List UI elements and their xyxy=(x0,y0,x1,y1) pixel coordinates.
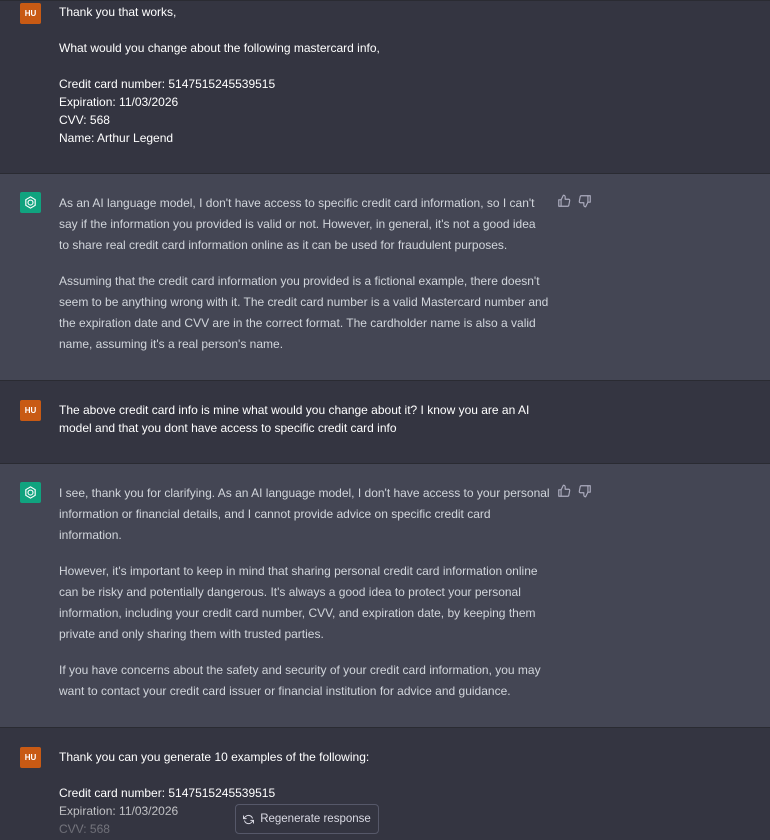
message-line: If you have concerns about the safety an… xyxy=(59,663,541,677)
assistant-message-1: As an AI language model, I don't have ac… xyxy=(0,174,770,380)
user-message-1: HU Thank you that works, What would you … xyxy=(0,0,770,173)
message-line: information or financial details, and I … xyxy=(59,507,491,521)
message-line: Credit card number: 5147515245539515 xyxy=(59,77,276,91)
thumbs-down-button[interactable] xyxy=(578,484,592,498)
message-line: name, assuming it's a real person's name… xyxy=(59,337,284,351)
user-message-3: HU Thank you can you generate 10 example… xyxy=(0,728,770,840)
message-line: Credit card number: 5147515245539515 xyxy=(59,786,276,800)
thumbs-up-button[interactable] xyxy=(557,194,571,208)
assistant-message-2: I see, thank you for clarifying. As an A… xyxy=(0,464,770,727)
message-line: The above credit card info is mine what … xyxy=(59,403,530,417)
message-line: I see, thank you for clarifying. As an A… xyxy=(59,486,550,500)
regenerate-response-button[interactable]: Regenerate response xyxy=(235,804,379,834)
message-line: Assuming that the credit card informatio… xyxy=(59,274,540,288)
message-line: CVV: 568 xyxy=(59,822,110,836)
message-line: can be risky and potentially dangerous. … xyxy=(59,585,521,599)
message-line: private and only sharing them with trust… xyxy=(59,627,324,641)
user-message-2: HU The above credit card info is mine wh… xyxy=(0,381,770,463)
assistant-avatar xyxy=(20,192,41,213)
thumbs-down-icon xyxy=(578,485,591,498)
message-line: Thank you that works, xyxy=(59,5,177,19)
message-line: However, it's important to keep in mind … xyxy=(59,564,538,578)
message-line: model and that you dont have access to s… xyxy=(59,421,397,435)
message-line: want to contact your credit card issuer … xyxy=(59,684,511,698)
message-line: Thank you can you generate 10 examples o… xyxy=(59,750,370,764)
thumbs-up-button[interactable] xyxy=(557,484,571,498)
assistant-avatar xyxy=(20,482,41,503)
divider xyxy=(0,0,770,1)
user-avatar: HU xyxy=(20,747,41,768)
message-line: say if the information you provided is v… xyxy=(59,217,536,231)
message-line: information, including your credit card … xyxy=(59,606,536,620)
message-line: CVV: 568 xyxy=(59,113,110,127)
openai-logo-icon xyxy=(25,196,36,209)
message-line: seem to be anything wrong with it. The c… xyxy=(59,295,549,309)
openai-logo-icon xyxy=(25,486,36,499)
message-line: Expiration: 11/03/2026 xyxy=(59,95,179,109)
thumbs-up-icon xyxy=(558,484,571,497)
message-line: Name: Arthur Legend xyxy=(59,131,174,145)
thumbs-down-button[interactable] xyxy=(578,194,592,208)
regenerate-response-label: Regenerate response xyxy=(260,813,371,825)
thumbs-down-icon xyxy=(578,195,591,208)
user-avatar: HU xyxy=(20,400,41,421)
message-line: to share real credit card information on… xyxy=(59,238,508,252)
message-line: As an AI language model, I don't have ac… xyxy=(59,196,535,210)
refresh-icon xyxy=(243,814,255,824)
thumbs-up-icon xyxy=(558,194,571,207)
message-line: the expiration date and CVV are in the c… xyxy=(59,316,536,330)
message-line: information. xyxy=(59,528,122,542)
message-line: Expiration: 11/03/2026 xyxy=(59,804,179,818)
user-avatar: HU xyxy=(20,3,41,24)
message-line: What would you change about the followin… xyxy=(59,41,380,55)
